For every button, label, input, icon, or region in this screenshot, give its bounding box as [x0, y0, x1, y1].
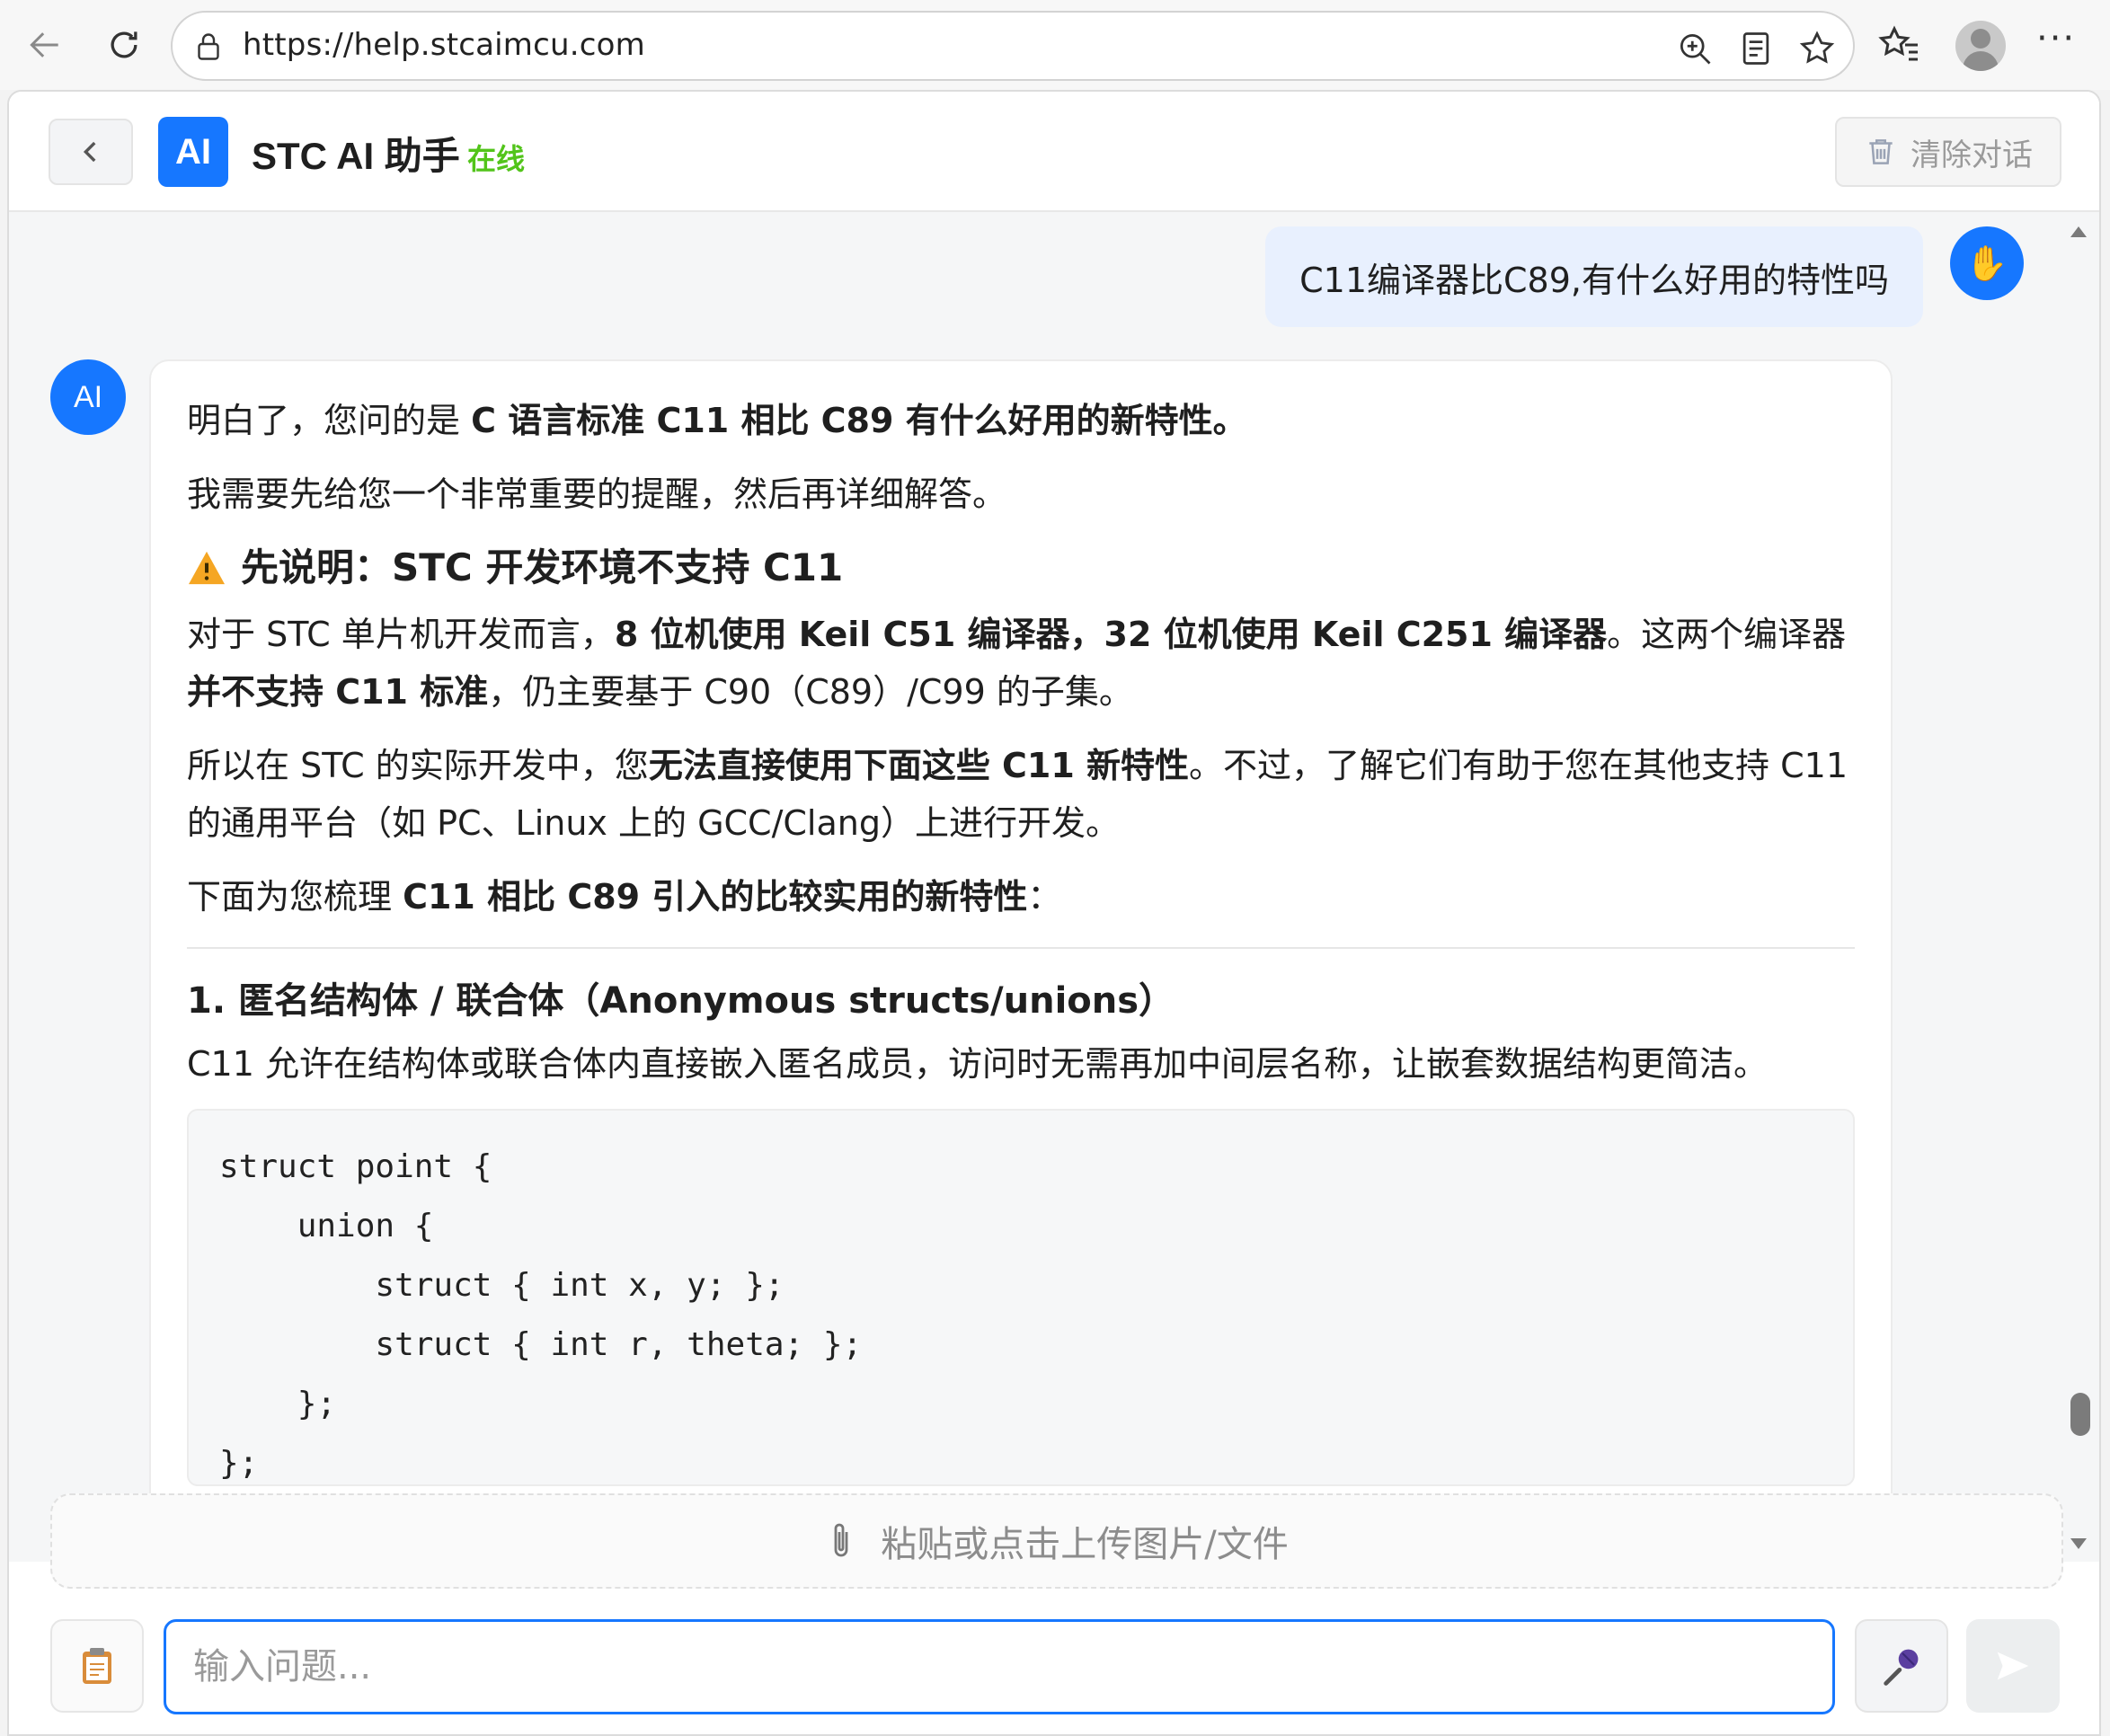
ai-paragraph: C11 允许在结构体或联合体内直接嵌入匿名成员，访问时无需再加中间层名称，让嵌套…: [187, 1044, 1768, 1084]
browser-toolbar: https://help.stcaimcu.com ···: [0, 0, 2110, 90]
scroll-up-arrow-icon[interactable]: [2070, 226, 2087, 237]
clear-conversation-label: 清除对话: [1911, 137, 2033, 173]
ai-message-bubble: 明白了，您问的是 C 语言标准 C11 相比 C89 有什么好用的新特性。 我需…: [149, 359, 1893, 1562]
bold-text: 8 位机使用 Keil C51 编译器，32 位机使用 Keil C251 编译…: [614, 615, 1608, 654]
send-button[interactable]: [1966, 1619, 2060, 1713]
clipboard-icon: [83, 1648, 111, 1684]
warning-heading: 先说明：STC 开发环境不支持 C11: [187, 539, 1855, 597]
refresh-icon[interactable]: [99, 20, 149, 70]
send-icon: [1997, 1652, 2029, 1680]
scroll-down-arrow-icon[interactable]: [2070, 1538, 2087, 1549]
text-span: ：: [1027, 877, 1062, 917]
bold-text: 无法直接使用下面这些 C11 新特性: [648, 746, 1190, 785]
divider: [187, 947, 1855, 949]
reader-mode-icon[interactable]: [1736, 29, 1776, 68]
more-options-icon[interactable]: ···: [2036, 18, 2076, 59]
ai-paragraph: 下面为您梳理 C11 相比 C89 引入的比较实用的新特性：: [187, 868, 1855, 926]
ai-paragraph: 明白了，您问的是 C 语言标准 C11 相比 C89 有什么好用的新特性。: [187, 392, 1855, 449]
zoom-icon[interactable]: [1675, 29, 1715, 68]
trash-icon: [1869, 139, 1893, 164]
ai-paragraph: 我需要先给您一个非常重要的提醒，然后再详细解答。: [187, 474, 1007, 514]
hand-icon: ✋: [1950, 226, 2024, 300]
clear-conversation-button[interactable]: 清除对话: [1835, 117, 2061, 187]
bold-text: C11 相比 C89 引入的比较实用的新特性: [403, 877, 1028, 917]
lock-icon[interactable]: [192, 31, 225, 63]
status-badge: 在线: [467, 142, 526, 176]
text-span: ，仍主要基于 C90（C89）/C99 的子集。: [488, 672, 1133, 712]
ai-logo: AI: [158, 117, 228, 187]
microphone-icon: [1884, 1649, 1919, 1686]
ai-avatar: AI: [50, 359, 126, 435]
code-block[interactable]: struct point { union { struct { int x, y…: [187, 1109, 1855, 1486]
text-span: 对于 STC 单片机开发而言，: [187, 615, 615, 654]
address-bar[interactable]: https://help.stcaimcu.com: [171, 11, 1855, 81]
clipboard-button[interactable]: [50, 1619, 144, 1713]
section-heading: 1. 匿名结构体 / 联合体（Anonymous structs/unions）: [187, 980, 1175, 1022]
favorites-icon[interactable]: [1878, 23, 1921, 66]
bold-text: 并不支持 C11 标准: [187, 672, 489, 712]
text-span: 明白了，您问的是: [187, 401, 472, 440]
warning-heading-text: 先说明：STC 开发环境不支持 C11: [241, 545, 844, 589]
app-title: STC AI 助手: [252, 135, 460, 177]
back-button[interactable]: [49, 119, 133, 185]
ai-paragraph: 所以在 STC 的实际开发中，您无法直接使用下面这些 C11 新特性。不过，了解…: [187, 737, 1855, 852]
app-header: AI STC AI 助手 在线 清除对话: [9, 92, 2099, 212]
upload-dropzone[interactable]: 粘贴或点击上传图片/文件: [50, 1493, 2063, 1589]
app-window: AI STC AI 助手 在线 清除对话 C11编译器比C89,有什么好用的特性…: [7, 90, 2101, 1736]
chevron-left-icon: [83, 141, 96, 163]
microphone-button[interactable]: [1855, 1619, 1948, 1713]
upload-label: 粘贴或点击上传图片/文件: [881, 1524, 1289, 1565]
ai-paragraph: 对于 STC 单片机开发而言，8 位机使用 Keil C51 编译器，32 位机…: [187, 606, 1855, 721]
bold-text: C 语言标准 C11 相比 C89 有什么好用的新特性。: [471, 401, 1247, 440]
text-span: 下面为您梳理: [187, 877, 403, 917]
user-message-bubble: C11编译器比C89,有什么好用的特性吗: [1265, 226, 1923, 327]
paperclip-icon: [834, 1523, 848, 1557]
chat-area[interactable]: C11编译器比C89,有什么好用的特性吗 ✋ AI 明白了，您问的是 C 语言标…: [9, 212, 2099, 1562]
user-message-row: C11编译器比C89,有什么好用的特性吗 ✋: [1265, 226, 2024, 327]
text-span: 所以在 STC 的实际开发中，您: [187, 746, 649, 785]
back-arrow-icon[interactable]: [20, 20, 70, 70]
url-text[interactable]: https://help.stcaimcu.com: [243, 27, 645, 63]
text-span: 。这两个编译器: [1607, 615, 1847, 654]
scrollbar-thumb[interactable]: [2070, 1393, 2090, 1436]
question-input[interactable]: [164, 1619, 1835, 1714]
warning-icon: [189, 551, 225, 585]
profile-avatar[interactable]: [1955, 21, 2006, 71]
input-row: [9, 1598, 2099, 1734]
favorite-star-icon[interactable]: [1797, 29, 1837, 68]
